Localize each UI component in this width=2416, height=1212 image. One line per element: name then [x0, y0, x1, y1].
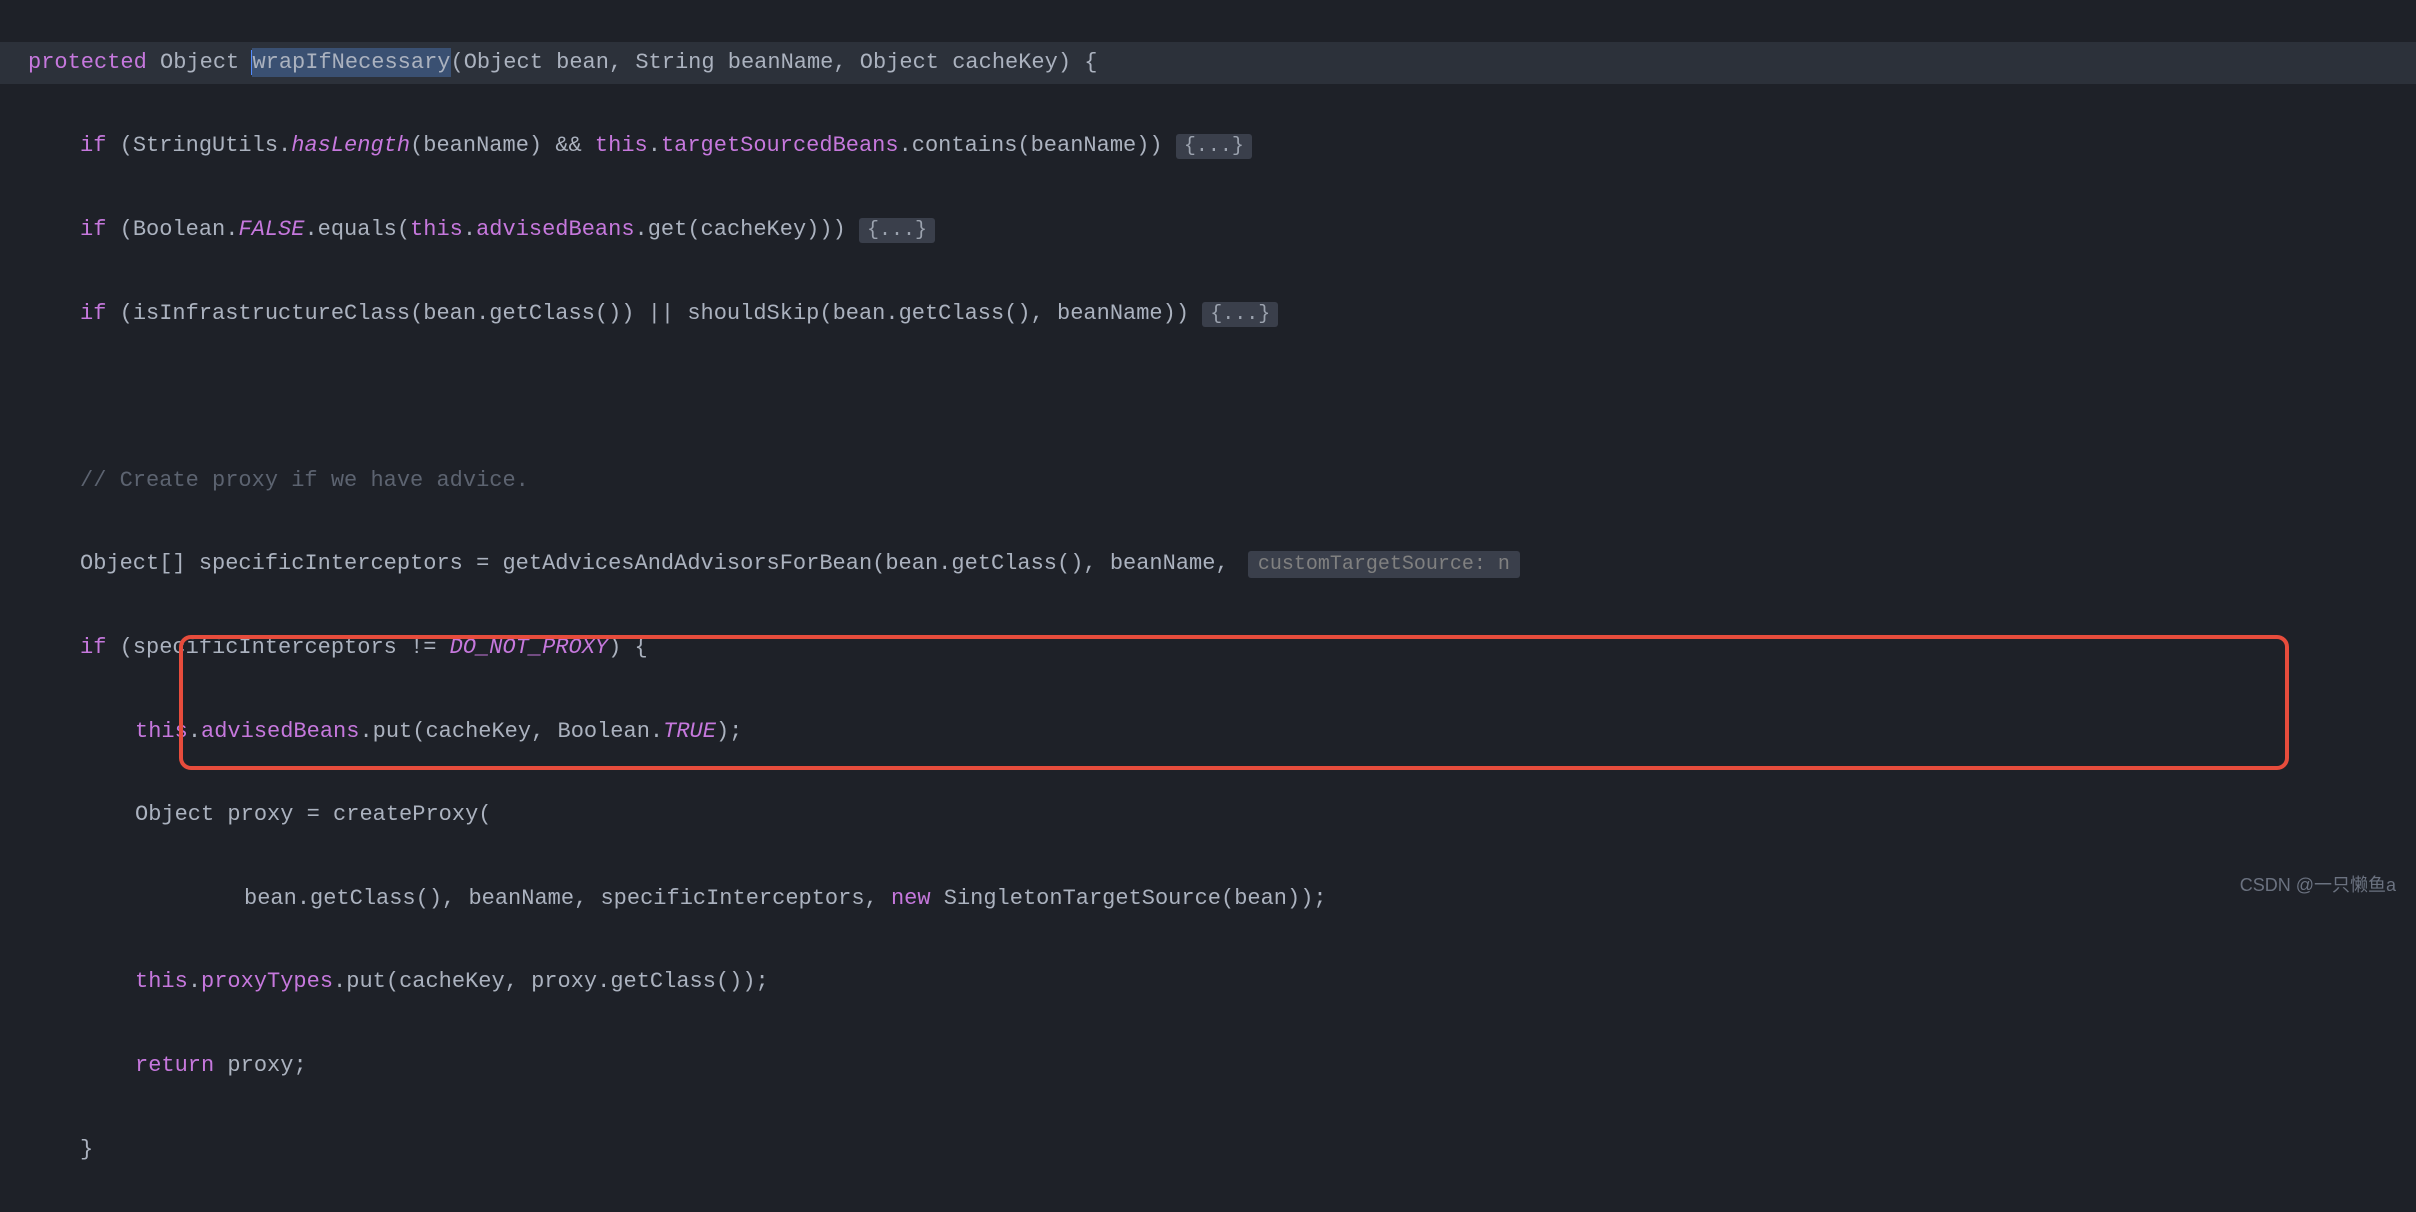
var-specificinterceptors: specificInterceptors [199, 551, 463, 576]
code-line: if (isInfrastructureClass(bean.getClass(… [0, 293, 2416, 335]
type-object: Object [464, 50, 543, 75]
keyword-this: this [410, 217, 463, 242]
field-advisedbeans: advisedBeans [201, 719, 359, 744]
code-line: if (Boolean.FALSE.equals(this.advisedBea… [0, 209, 2416, 251]
field-advisedbeans: advisedBeans [476, 217, 634, 242]
constant-true: TRUE [663, 719, 716, 744]
code-editor[interactable]: protected Object wrapIfNecessary( Object … [0, 0, 2416, 1212]
code-line: return proxy; [0, 1045, 2416, 1087]
var-proxy: proxy [227, 802, 293, 827]
keyword-if: if [80, 635, 106, 660]
code-line: bean.getClass(), beanName, specificInter… [0, 878, 2416, 920]
keyword-return: return [135, 1053, 214, 1078]
watermark: CSDN @一只懒鱼a [2240, 868, 2396, 902]
constant-false: FALSE [238, 217, 304, 242]
parameter-hint: customTargetSource: n [1248, 551, 1520, 578]
code-line: this.proxyTypes.put(cacheKey, proxy.getC… [0, 961, 2416, 1003]
paren: ( [451, 50, 464, 75]
code-line [0, 376, 2416, 418]
method-name-highlighted: wrapIfNecessary [252, 48, 450, 77]
code-line: } [0, 1129, 2416, 1171]
keyword-if: if [80, 133, 106, 158]
field-proxytypes: proxyTypes [201, 969, 333, 994]
param-cachekey: cacheKey [952, 50, 1058, 75]
fold-marker[interactable]: {...} [1202, 302, 1278, 327]
param-beanname: beanName [728, 50, 834, 75]
param-bean: bean [556, 50, 609, 75]
method-haslength: hasLength [291, 133, 410, 158]
field-targetsourcedbeans: targetSourcedBeans [661, 133, 899, 158]
code-line: protected Object wrapIfNecessary(Object … [0, 42, 2416, 84]
keyword-if: if [80, 301, 106, 326]
class-singletontargetsource: SingletonTargetSource [944, 886, 1221, 911]
keyword-protected: protected [28, 50, 147, 75]
keyword-this: this [595, 133, 648, 158]
type-object: Object [860, 50, 939, 75]
class-stringutils: StringUtils [133, 133, 278, 158]
fold-marker[interactable]: {...} [1176, 134, 1252, 159]
keyword-this: this [135, 719, 188, 744]
keyword-new: new [891, 886, 931, 911]
code-line: Object[] specificInterceptors = getAdvic… [0, 543, 2416, 585]
fold-marker[interactable]: {...} [859, 218, 935, 243]
comment: // Create proxy if we have advice. [80, 468, 529, 493]
type-string: String [635, 50, 714, 75]
code-line: Object proxy = createProxy( [0, 794, 2416, 836]
keyword-if: if [80, 217, 106, 242]
code-line: // Create proxy if we have advice. [0, 460, 2416, 502]
type-object: Object [160, 50, 239, 75]
constant-do-not-proxy: DO_NOT_PROXY [450, 635, 608, 660]
code-line: this.advisedBeans.put(cacheKey, Boolean.… [0, 711, 2416, 753]
code-line: if (StringUtils.hasLength(beanName) && t… [0, 125, 2416, 167]
keyword-this: this [135, 969, 188, 994]
code-line: if (specificInterceptors != DO_NOT_PROXY… [0, 627, 2416, 669]
